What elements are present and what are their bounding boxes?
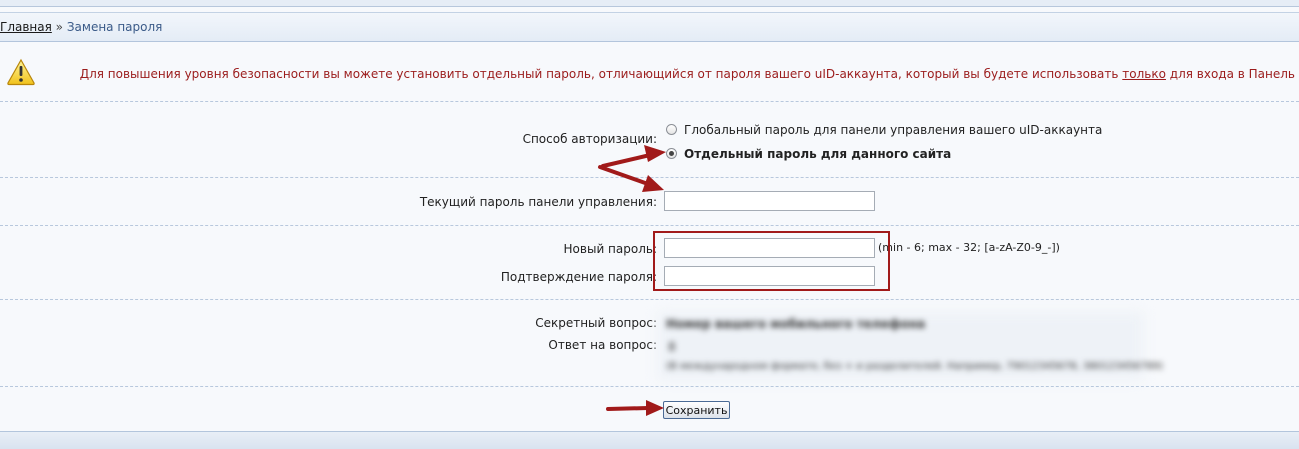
arrow-to-radio [601, 153, 652, 168]
arrowhead [644, 145, 666, 162]
arrow-to-current-password [598, 165, 650, 186]
arrow-to-save-button [606, 406, 650, 411]
arrowhead [646, 400, 664, 416]
arrowhead [642, 175, 664, 192]
annotation-arrows [598, 145, 666, 416]
